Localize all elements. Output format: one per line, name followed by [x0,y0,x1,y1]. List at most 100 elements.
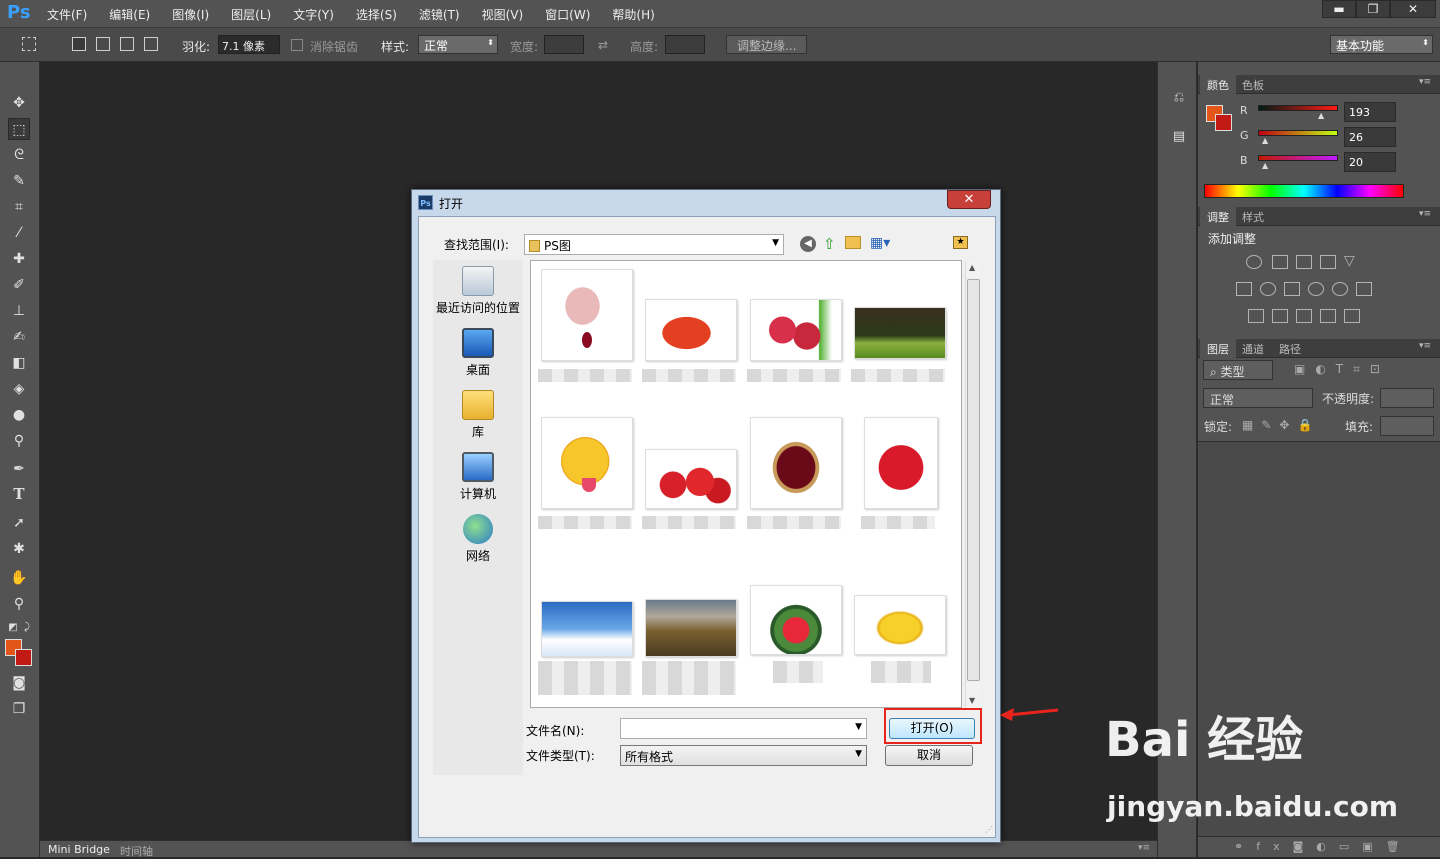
black-white-icon[interactable] [1284,282,1300,296]
menu-select[interactable]: 选择(S) [356,6,397,23]
zoom-tool-icon[interactable]: ⚲ [8,593,30,615]
new-folder-icon[interactable] [845,236,861,249]
up-folder-icon[interactable]: ⇧ [823,235,836,253]
color-spectrum-bar[interactable] [1204,184,1404,198]
width-input[interactable] [544,35,584,54]
style-select[interactable]: 正常 ⬍ [418,35,498,54]
curves-icon[interactable] [1296,255,1312,269]
menu-view[interactable]: 视图(V) [482,6,524,23]
blend-mode-select[interactable]: 正常 [1203,388,1313,408]
red-slider[interactable] [1258,105,1338,111]
lock-icons[interactable]: ▦✎✥🔒 [1242,418,1320,432]
file-thumb-forest[interactable] [854,307,946,359]
panel-menu-icon[interactable]: ▾≡ [1138,843,1150,853]
type-tool-icon[interactable]: T [8,485,30,507]
place-libraries[interactable]: 库 [433,390,523,440]
file-thumb-sheep[interactable] [645,599,737,657]
marquee-preset-icon[interactable] [22,37,36,51]
file-list-scrollbar[interactable]: ▲ ▼ [965,261,981,708]
background-color-swatch[interactable] [15,649,32,666]
tab-paths[interactable]: 路径 [1272,339,1308,358]
panel-menu-icon[interactable]: ▾≡ [1412,75,1438,94]
workspace-select[interactable]: 基本功能 ⬍ [1330,35,1433,54]
filetype-select[interactable]: 所有格式 ▼ [620,745,867,766]
file-thumb-hands[interactable] [541,269,633,361]
fill-input[interactable] [1380,416,1434,436]
red-value-input[interactable]: 193 [1344,102,1396,122]
scroll-up-icon[interactable]: ▲ [969,263,975,272]
menu-type[interactable]: 文字(Y) [293,6,334,23]
invert-icon[interactable] [1248,309,1264,323]
menu-filter[interactable]: 滤镜(T) [419,6,460,23]
eyedropper-tool-icon[interactable]: ⁄ [8,222,30,244]
minimize-button[interactable]: ▬ [1322,0,1356,18]
pen-tool-icon[interactable]: ✒ [8,458,30,480]
blur-tool-icon[interactable]: ● [8,404,30,426]
close-button[interactable]: ✕ [1390,0,1436,18]
menu-help[interactable]: 帮助(H) [612,6,654,23]
feather-input[interactable]: 7.1 像素 [218,35,280,54]
slider-thumb-icon[interactable]: ▲ [1318,111,1324,120]
antialias-checkbox[interactable] [291,39,303,51]
slider-thumb-icon[interactable]: ▲ [1262,136,1268,145]
new-selection-icon[interactable] [72,37,86,51]
color-lookup-icon[interactable] [1356,282,1372,296]
quick-select-tool-icon[interactable]: ✎ [8,170,30,192]
file-thumb-banana[interactable] [854,595,946,655]
subtract-selection-icon[interactable] [120,37,134,51]
marquee-tool-icon[interactable]: ⬚ [8,118,30,140]
tab-color[interactable]: 颜色 [1200,75,1236,94]
scroll-down-icon[interactable]: ▼ [969,696,975,705]
shape-tool-icon[interactable]: ✱ [8,538,30,560]
tab-adjustments[interactable]: 调整 [1200,207,1236,226]
channel-mixer-icon[interactable] [1332,282,1348,296]
slider-thumb-icon[interactable]: ▲ [1262,161,1268,170]
menu-window[interactable]: 窗口(W) [545,6,590,23]
place-recent[interactable]: 最近访问的位置 [433,266,523,316]
swap-colors-icon[interactable]: ⤸ [16,617,38,639]
tab-styles[interactable]: 样式 [1235,207,1271,226]
favorite-folder-icon[interactable]: ★ [953,236,968,249]
brightness-icon[interactable] [1246,255,1262,269]
history-brush-tool-icon[interactable]: ✍ [8,326,30,348]
filename-input[interactable]: ▼ [620,718,867,739]
levels-icon[interactable] [1272,255,1288,269]
layer-action-icons[interactable]: ⚭fx◙◐▭▣🗑 [1234,840,1413,853]
swap-icon[interactable]: ⇄ [598,38,608,52]
eraser-tool-icon[interactable]: ◧ [8,352,30,374]
green-slider[interactable] [1258,130,1338,136]
resize-grip-icon[interactable]: ⋰ [985,825,993,834]
brush-tool-icon[interactable]: ✐ [8,274,30,296]
dodge-tool-icon[interactable]: ⚲ [8,430,30,452]
layer-filter-select[interactable]: ⌕ 类型 [1203,360,1273,380]
panel-menu-icon[interactable]: ▾≡ [1412,339,1438,358]
move-tool-icon[interactable]: ✥ [8,92,30,114]
tab-layers[interactable]: 图层 [1200,339,1236,358]
tab-channels[interactable]: 通道 [1235,339,1271,358]
color-balance-icon[interactable] [1260,282,1276,296]
gradient-map-icon[interactable] [1344,309,1360,323]
file-thumb-emoji[interactable] [541,417,633,509]
place-desktop[interactable]: 桌面 [433,328,523,378]
healing-brush-tool-icon[interactable]: ✚ [8,248,30,270]
vibrance-icon[interactable]: ▽ [1344,254,1360,269]
back-icon[interactable]: ◀ [800,236,816,252]
menu-file[interactable]: 文件(F) [47,6,87,23]
restore-button[interactable]: ❐ [1356,0,1390,18]
path-select-tool-icon[interactable]: ➚ [8,512,30,534]
lasso-tool-icon[interactable]: ᘓ [8,144,30,166]
exposure-icon[interactable] [1320,255,1336,269]
layer-filter-icons[interactable]: ▣◐T⌗⊡ [1294,362,1390,377]
menu-edit[interactable]: 编辑(E) [109,6,150,23]
file-thumb-lobster[interactable] [645,299,737,361]
history-panel-icon[interactable]: ⎌ [1168,87,1190,109]
opacity-input[interactable] [1380,388,1434,408]
paint-bucket-tool-icon[interactable]: ◈ [8,378,30,400]
blue-value-input[interactable]: 20 [1344,152,1396,172]
selective-color-icon[interactable] [1320,309,1336,323]
view-menu-icon[interactable]: ▦▾ [870,235,890,251]
place-network[interactable]: 网络 [433,514,523,564]
threshold-icon[interactable] [1296,309,1312,323]
file-thumb-sky[interactable] [541,601,633,657]
panel-background-swatch[interactable] [1215,114,1232,131]
